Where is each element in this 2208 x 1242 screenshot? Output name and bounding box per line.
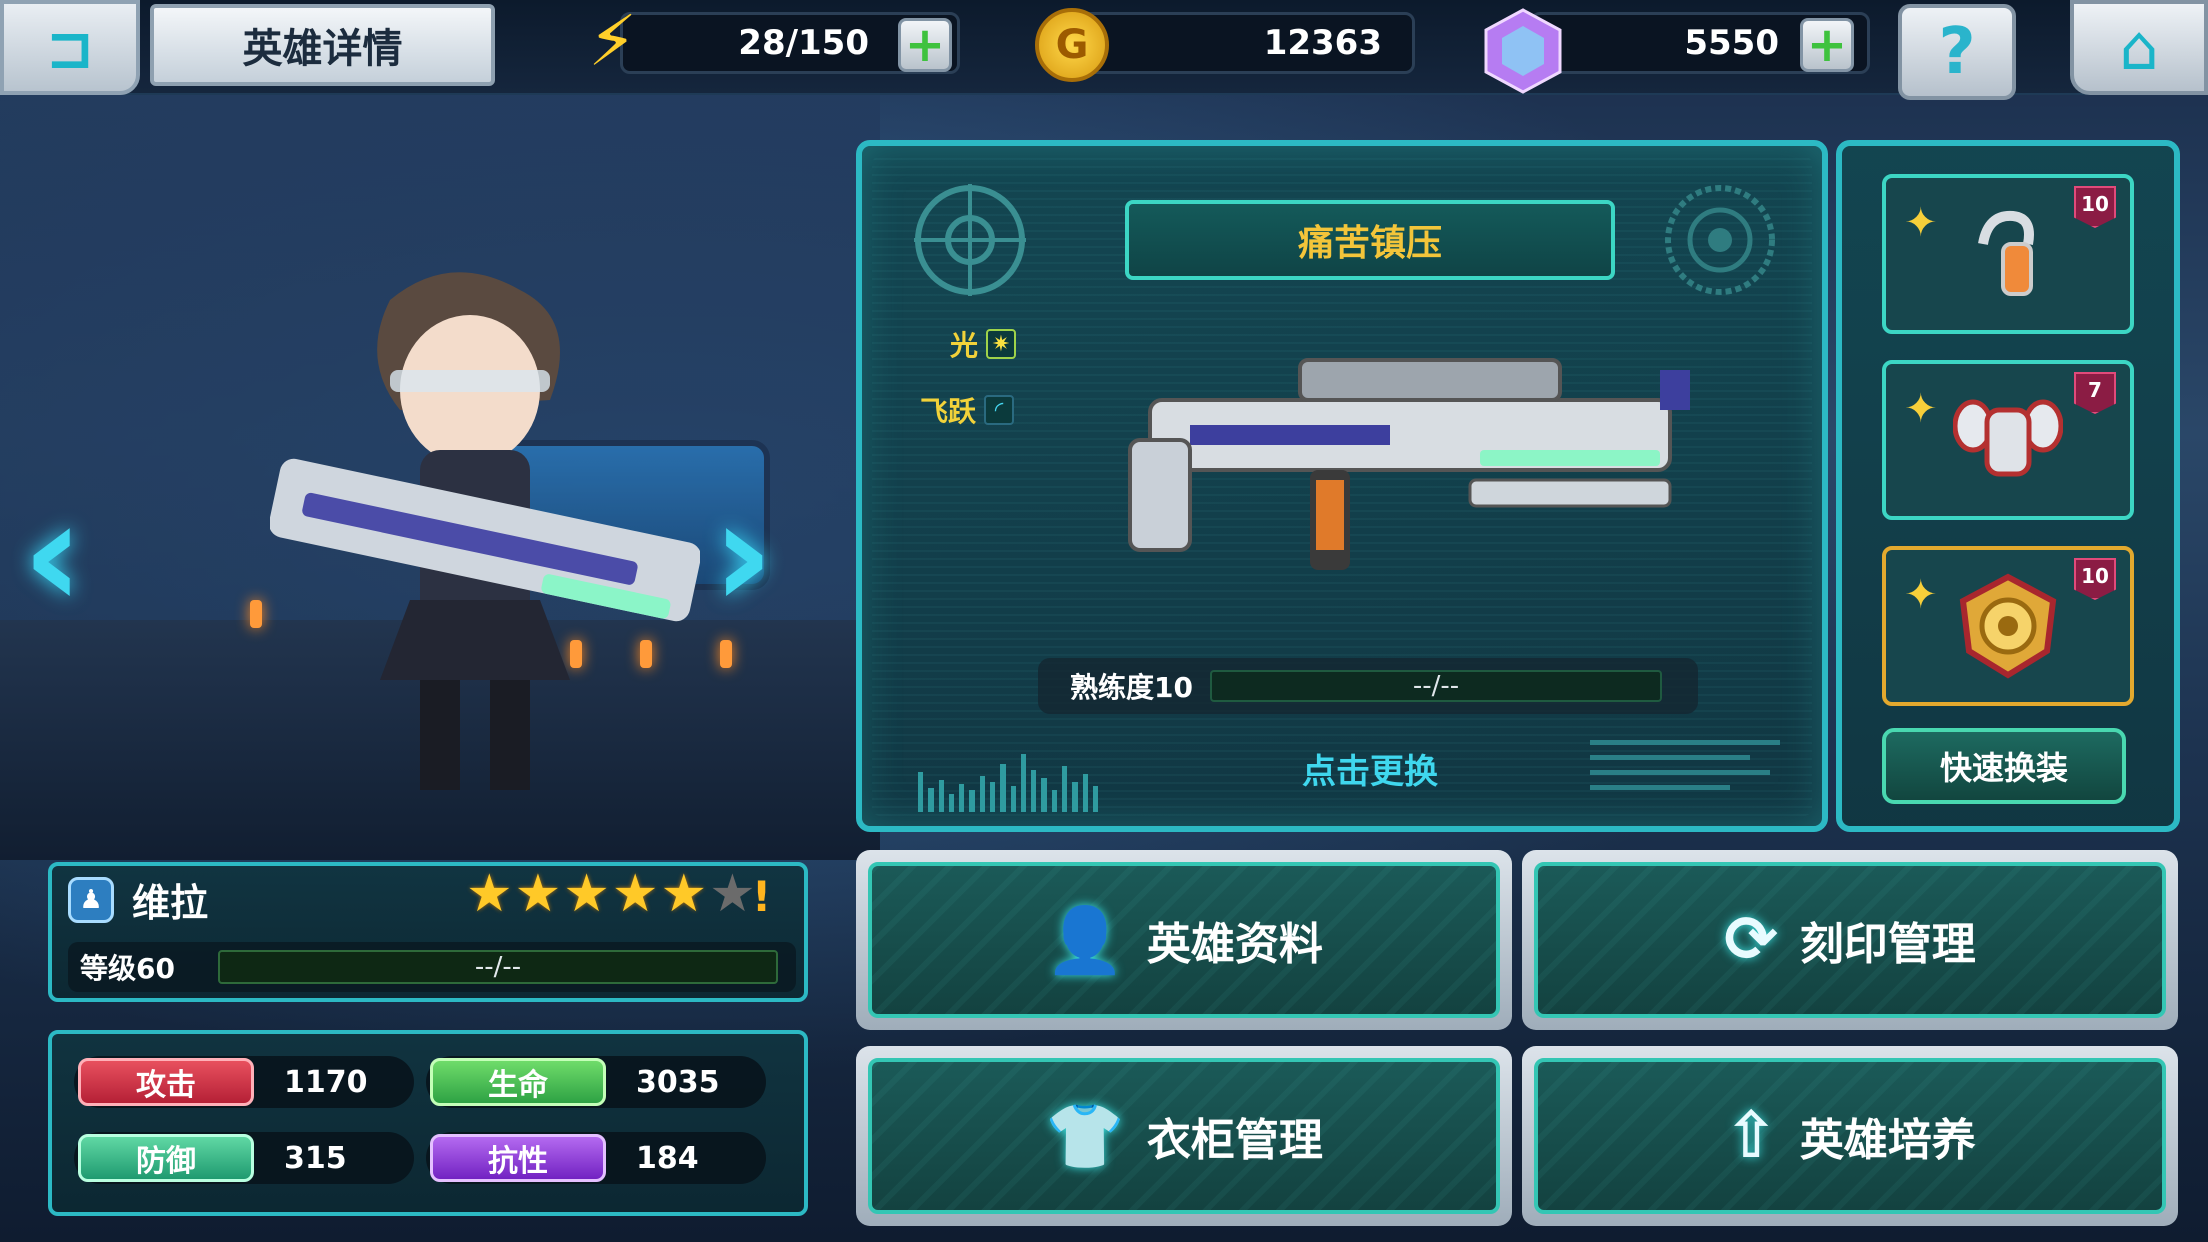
weapon-attribute-leap: 飞跃 ◜ xyxy=(920,390,1015,430)
stat-label: 抗性 xyxy=(430,1134,606,1182)
button-label: 英雄培养 xyxy=(1799,1115,1976,1166)
hero-level: 等级60 xyxy=(80,952,175,985)
panel-line-decoration xyxy=(1590,740,1786,810)
stat-label: 攻击 xyxy=(78,1058,254,1106)
replace-weapon-button[interactable]: 点击更换 xyxy=(1280,744,1460,793)
star-icon: ★ xyxy=(466,864,513,924)
imprint-management-button[interactable]: ⟳ 刻印管理 xyxy=(1522,850,2178,1030)
weapon-attribute-light: 光 ✷ xyxy=(950,324,1017,364)
training-icon: ⇧ xyxy=(1724,1099,1778,1173)
star-icon: ✦ xyxy=(1904,200,1938,246)
plus-icon: + xyxy=(904,17,946,73)
leap-skill-icon: ◜ xyxy=(984,395,1015,425)
hero-name: 维拉 xyxy=(132,881,209,925)
armor-icon xyxy=(1953,399,2063,477)
equipment-slot-armor[interactable]: ✦ 7 xyxy=(1882,360,2134,520)
lightning-icon: ⚡ xyxy=(588,0,638,82)
hero-name-row: ♟ 维拉 xyxy=(68,872,208,927)
hero-character-image xyxy=(270,272,700,790)
hero-detail-screen: ⊐ 英雄详情 28/150 ⚡ + 12363 G 5550 + ? ⌂ ‹ › xyxy=(0,0,2208,1242)
star-icon: ★ xyxy=(563,864,610,924)
equalizer-decoration xyxy=(918,742,1099,812)
gem-value: 5550 xyxy=(1684,23,1779,63)
stat-hp: 生命 3035 xyxy=(426,1056,766,1108)
add-gems-button[interactable]: + xyxy=(1800,18,1854,72)
plus-icon: + xyxy=(1806,17,1848,73)
medal-icon xyxy=(1959,573,2057,679)
button-label: 衣柜管理 xyxy=(1146,1115,1323,1166)
light-element-icon: ✷ xyxy=(986,329,1017,359)
radar-decoration xyxy=(1665,185,1775,295)
slot-level-badge: 10 xyxy=(2074,186,2116,228)
stat-label: 生命 xyxy=(430,1058,606,1106)
equipment-slot-medal[interactable]: ✦ 10 xyxy=(1882,546,2134,706)
weapon-image xyxy=(1128,358,1690,570)
hero-level-row: 等级60 --/-- xyxy=(68,942,796,992)
energy-value: 28/150 xyxy=(738,23,869,63)
exp-bar: --/-- xyxy=(218,950,778,984)
gem-icon xyxy=(1484,8,1562,94)
previous-hero-arrow[interactable]: ‹ xyxy=(22,480,84,630)
hero-class-icon: ♟ xyxy=(68,876,114,923)
slot-level-badge: 7 xyxy=(2074,372,2116,414)
gold-value: 12363 xyxy=(1263,23,1382,63)
back-button[interactable]: ⊐ xyxy=(0,0,140,95)
back-arrow-icon: ⊐ xyxy=(45,13,95,82)
mastery-bar: --/-- xyxy=(1210,670,1662,702)
background-light xyxy=(720,640,732,668)
home-icon: ⌂ xyxy=(2119,11,2159,84)
star-icon: ★ xyxy=(709,864,756,924)
mastery-value: --/-- xyxy=(1412,671,1460,701)
stat-label: 防御 xyxy=(78,1134,254,1182)
question-icon: ? xyxy=(1938,15,1976,89)
gold-coin-icon: G xyxy=(1035,8,1109,82)
hero-training-button[interactable]: ⇧ 英雄培养 xyxy=(1522,1046,2178,1226)
background-light xyxy=(250,600,262,628)
crosshair-decoration xyxy=(914,184,1026,296)
page-title: 英雄详情 xyxy=(150,4,495,86)
gold-counter: 12363 xyxy=(1070,12,1415,74)
attribute-label: 飞跃 xyxy=(920,395,977,428)
upgrade-alert-icon[interactable]: ! xyxy=(752,872,771,921)
stat-attack: 攻击 1170 xyxy=(74,1056,414,1108)
next-hero-arrow[interactable]: › xyxy=(712,480,774,630)
person-icon: 👤 xyxy=(1045,903,1125,978)
slot-level-badge: 10 xyxy=(2074,558,2116,600)
stat-defense: 防御 315 xyxy=(74,1132,414,1184)
button-label: 英雄资料 xyxy=(1146,919,1323,970)
imprint-icon: ⟳ xyxy=(1724,903,1778,977)
star-icon: ★ xyxy=(611,864,659,924)
mastery-row: 熟练度10 --/-- xyxy=(1038,658,1698,714)
star-icon: ✦ xyxy=(1904,386,1938,432)
add-energy-button[interactable]: + xyxy=(898,18,952,72)
attribute-label: 光 xyxy=(950,329,979,362)
equipment-slot-headset[interactable]: ✦ 10 xyxy=(1882,174,2134,334)
stat-value: 3035 xyxy=(636,1064,720,1100)
quick-equip-button[interactable]: 快速换装 xyxy=(1882,728,2126,804)
headset-icon xyxy=(1978,210,2034,296)
stat-value: 315 xyxy=(284,1140,347,1176)
star-icon: ★ xyxy=(660,864,708,924)
exp-value: --/-- xyxy=(474,952,522,982)
star-icon: ★ xyxy=(514,864,562,924)
help-button[interactable]: ? xyxy=(1898,4,2016,100)
home-button[interactable]: ⌂ xyxy=(2070,0,2208,95)
stat-value: 184 xyxy=(636,1140,699,1176)
weapon-name: 痛苦镇压 xyxy=(1125,200,1615,280)
stat-value: 1170 xyxy=(284,1064,368,1100)
button-label: 刻印管理 xyxy=(1799,919,1976,970)
hero-info-button[interactable]: 👤 英雄资料 xyxy=(856,850,1512,1030)
mastery-label: 熟练度10 xyxy=(1070,671,1193,704)
hero-star-rating: ★ ★ ★ ★ ★ ★ xyxy=(466,868,756,920)
wardrobe-management-button[interactable]: 👕 衣柜管理 xyxy=(856,1046,1512,1226)
star-icon: ✦ xyxy=(1904,572,1938,618)
stat-resist: 抗性 184 xyxy=(426,1132,766,1184)
shirt-icon: 👕 xyxy=(1045,1099,1125,1174)
